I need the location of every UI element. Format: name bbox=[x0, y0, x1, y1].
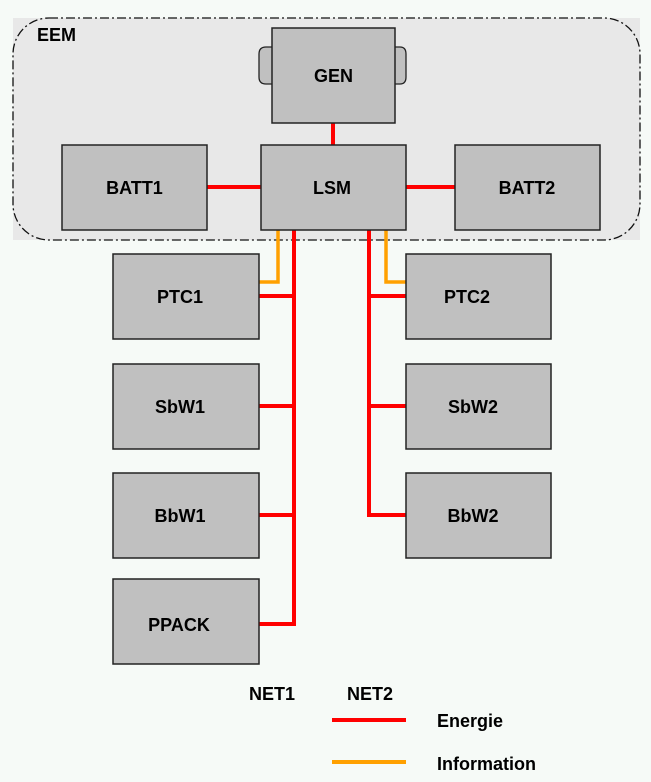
node-batt2[interactable]: BATT2 bbox=[454, 144, 601, 231]
gen-left-tab bbox=[258, 46, 272, 85]
net1-bus bbox=[259, 230, 296, 626]
node-ptc1[interactable]: PTC1 bbox=[112, 253, 260, 340]
legend-information-label: Information bbox=[437, 754, 536, 774]
legend-energy-label: Energie bbox=[437, 711, 503, 731]
ptc1-label: PTC1 bbox=[157, 287, 203, 307]
node-gen[interactable]: GEN bbox=[258, 27, 407, 124]
node-lsm[interactable]: LSM bbox=[260, 144, 407, 231]
gen-right-tab bbox=[395, 46, 407, 85]
net1-label: NET1 bbox=[249, 684, 295, 704]
node-bbw1[interactable]: BbW1 bbox=[112, 472, 260, 559]
bbw2-label: BbW2 bbox=[448, 506, 499, 526]
node-ptc2[interactable]: PTC2 bbox=[405, 253, 552, 340]
node-batt1[interactable]: BATT1 bbox=[61, 144, 208, 231]
architecture-diagram: EEM GEN BATT1 LSM BATT2 PTC1 PTC2 SbW1 S… bbox=[12, 17, 641, 774]
node-bbw2[interactable]: BbW2 bbox=[405, 472, 552, 559]
ptc2-label: PTC2 bbox=[444, 287, 490, 307]
node-ppack[interactable]: PPACK bbox=[112, 578, 260, 665]
bbw1-label: BbW1 bbox=[155, 506, 206, 526]
net2-label: NET2 bbox=[347, 684, 393, 704]
lsm-label: LSM bbox=[313, 178, 351, 198]
legend: Energie Information bbox=[332, 711, 536, 774]
node-sbw2[interactable]: SbW2 bbox=[405, 363, 552, 450]
batt2-label: BATT2 bbox=[499, 178, 556, 198]
gen-label: GEN bbox=[314, 66, 353, 86]
batt1-label: BATT1 bbox=[106, 178, 163, 198]
sbw2-label: SbW2 bbox=[448, 397, 498, 417]
eem-group-label: EEM bbox=[37, 25, 76, 45]
sbw1-label: SbW1 bbox=[155, 397, 205, 417]
ppack-label: PPACK bbox=[148, 615, 210, 635]
node-sbw1[interactable]: SbW1 bbox=[112, 363, 260, 450]
